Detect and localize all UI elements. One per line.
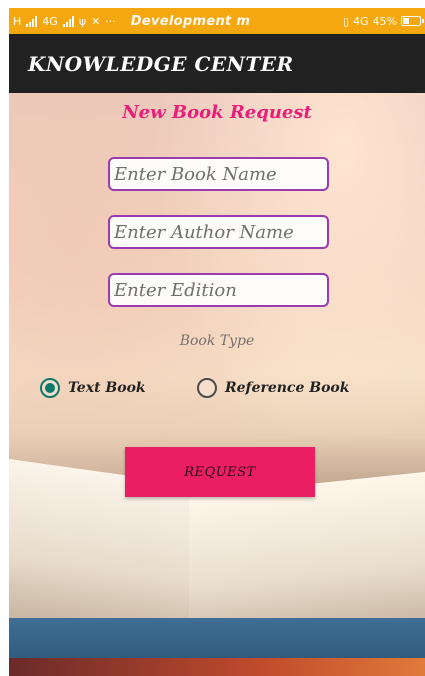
battery-percent: 45% [372,14,397,28]
battery-icon [401,16,424,26]
edition-input[interactable] [108,273,329,307]
network-type-label: H [13,14,22,28]
app-bar: KNOWLEDGE CENTER [9,34,425,93]
usb-icon: ψ [78,14,87,28]
phone-screen: H 4G ψ ✕ ··· Development m ▯ 4G 45% KNOW… [9,8,425,676]
radio-label-reference-book: Reference Book [225,380,350,396]
radio-checked-icon [40,378,60,398]
author-name-input[interactable] [108,215,329,249]
status-bar: H 4G ψ ✕ ··· Development m ▯ 4G 45% [9,8,425,34]
tools-icon: ✕ [91,14,101,28]
book-type-label: Book Type [179,333,255,349]
radio-label-text-book: Text Book [68,380,146,396]
notification-text: Development m [130,13,251,29]
battery-level [403,18,410,24]
request-button[interactable]: REQUEST [125,447,315,497]
signal-icon [62,15,74,27]
radio-reference-book[interactable]: Reference Book [197,378,349,398]
signal-icon [26,15,38,27]
more-icon: ··· [105,14,116,28]
vibrate-icon: ▯ [342,14,350,28]
radio-unchecked-icon [197,378,217,398]
network-type-label-right: 4G [353,14,369,28]
book-name-input[interactable] [108,157,329,191]
app-title: KNOWLEDGE CENTER [28,51,294,76]
form-screen: New Book Request Book Type Text Book Ref… [9,93,425,676]
form-title: New Book Request [122,102,312,123]
network-type-label-2: 4G [42,14,58,28]
radio-text-book[interactable]: Text Book [40,378,146,398]
